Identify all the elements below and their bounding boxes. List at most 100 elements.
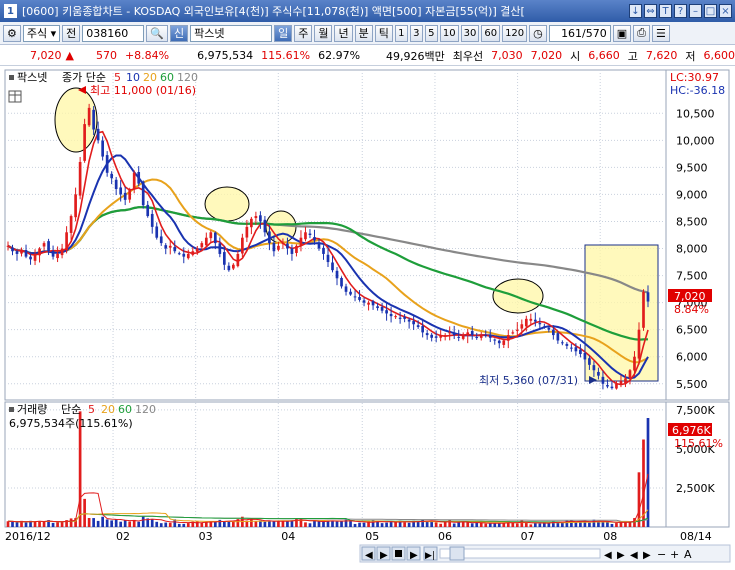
volume-bar xyxy=(222,521,226,527)
volume-bar xyxy=(313,520,316,527)
volume-info: 6,975,534주(115.61%) xyxy=(9,417,133,430)
ask-price: 7,020 xyxy=(530,49,563,62)
vlegend-simple: 단순 xyxy=(61,403,81,416)
clock-icon[interactable]: ◷ xyxy=(529,24,547,42)
volume-bar xyxy=(272,521,276,527)
candle-body xyxy=(173,246,177,252)
candle-body xyxy=(304,232,307,240)
volume-bar xyxy=(141,516,145,527)
maximize-icon[interactable]: □ xyxy=(704,4,717,18)
prev-button[interactable]: 전 xyxy=(62,24,81,42)
candle-body xyxy=(87,107,91,126)
candle-body xyxy=(362,300,366,303)
search-icon[interactable]: 🔍 xyxy=(146,24,168,42)
volume-bar xyxy=(340,521,343,527)
volume-bar xyxy=(335,521,339,527)
y-tick-label: 7,500 xyxy=(676,270,708,283)
interval-3[interactable]: 3 xyxy=(409,24,423,42)
candle-body xyxy=(272,242,276,252)
candle-body xyxy=(606,385,609,387)
zoom-in-icon[interactable]: + xyxy=(670,548,679,561)
change-value: 570 xyxy=(95,49,117,62)
close-icon[interactable]: × xyxy=(719,4,732,18)
volume-bar xyxy=(60,521,64,527)
volume-bar xyxy=(592,519,596,527)
interval-120[interactable]: 120 xyxy=(502,24,528,42)
volume-bar xyxy=(362,522,366,527)
period-month[interactable]: 월 xyxy=(314,24,333,42)
x-tick-label: 08 xyxy=(603,530,617,543)
candle-body xyxy=(353,296,357,298)
low-price: 6,600 xyxy=(703,49,735,62)
y-tick-label: 6,000 xyxy=(676,351,708,364)
print-icon[interactable]: ⎙ xyxy=(633,24,650,42)
current-price: 7,020 xyxy=(30,49,62,62)
credit-badge[interactable]: 신 xyxy=(169,24,189,42)
scroll-first-icon[interactable]: ◀ xyxy=(630,550,638,561)
market-select[interactable]: 주식 ▾ xyxy=(22,24,61,42)
legend-close: 종가 단순 xyxy=(62,71,106,84)
scroll-back-icon[interactable]: ◀ xyxy=(604,550,612,561)
link-icon[interactable]: ⇔ xyxy=(644,4,657,18)
volume-bar xyxy=(250,519,253,527)
candle-body xyxy=(470,331,474,336)
candle-body xyxy=(506,335,510,341)
candle-body xyxy=(105,155,109,173)
volume-bar xyxy=(385,522,388,527)
scroll-fwd-icon[interactable]: ▶ xyxy=(617,550,625,561)
code-input[interactable]: 038160 xyxy=(82,24,145,42)
minimize-icon[interactable]: – xyxy=(689,4,702,18)
interval-10[interactable]: 10 xyxy=(439,24,459,42)
low-label: 저 xyxy=(685,49,696,63)
volume-bar xyxy=(137,521,141,527)
volume-bar xyxy=(286,520,289,527)
price-chart-svg[interactable]: 5,5006,0006,5007,0007,5008,0008,5009,000… xyxy=(0,67,735,567)
candle-body xyxy=(56,253,59,259)
candle-body xyxy=(123,192,127,200)
candle-body xyxy=(155,226,159,238)
interval-1[interactable]: 1 xyxy=(394,24,408,42)
period-year[interactable]: 년 xyxy=(334,24,353,42)
period-minute[interactable]: 분 xyxy=(354,24,373,42)
high-price: 7,620 xyxy=(645,49,678,62)
save-icon[interactable]: ▣ xyxy=(612,24,632,42)
candle-body xyxy=(633,356,636,371)
help-icon[interactable]: ? xyxy=(674,4,687,18)
settings-icon[interactable]: ⚙ xyxy=(3,24,21,42)
download-icon[interactable]: ↓ xyxy=(629,4,642,18)
legend-marker xyxy=(9,75,14,80)
interval-60[interactable]: 60 xyxy=(481,24,501,42)
candle-body xyxy=(110,173,114,179)
font-size-icon[interactable]: A xyxy=(684,548,692,561)
open-price: 6,660 xyxy=(588,49,620,62)
candle-body xyxy=(367,302,370,305)
period-week[interactable]: 주 xyxy=(294,24,313,42)
interval-5[interactable]: 5 xyxy=(424,24,438,42)
candle-body xyxy=(241,237,244,254)
period-tick[interactable]: 틱 xyxy=(374,24,393,42)
candle-body xyxy=(385,310,388,314)
config-icon[interactable]: ☰ xyxy=(651,24,670,42)
zoom-out-icon[interactable]: − xyxy=(657,548,666,561)
y-tick-label: 10,500 xyxy=(676,107,715,120)
interval-30[interactable]: 30 xyxy=(460,24,480,42)
candle-body xyxy=(520,324,524,329)
volume-bar xyxy=(101,516,104,527)
date-axis: 2016/12 02 03 04 05 06 07 08 08/14 xyxy=(5,530,712,543)
chart-area[interactable]: 5,500 6,000 6,500 7,000 7,500 8,000 8,500 9,000… xyxy=(0,67,735,567)
period-day[interactable]: 일 xyxy=(274,24,293,42)
text-icon[interactable]: T xyxy=(659,4,672,18)
candle-body xyxy=(466,332,470,336)
toolbar: ⚙ 주식 ▾ 전 038160 🔍 신 팍스넷 일 주 월 년 분 틱 1 3 … xyxy=(0,22,735,45)
candle-body xyxy=(74,194,77,218)
candle-body xyxy=(588,358,591,365)
candle-body xyxy=(132,172,136,190)
change-percent: +8.84% xyxy=(124,49,170,62)
stock-name-field[interactable]: 팍스넷 xyxy=(190,24,273,42)
vol-tag: 6,976K xyxy=(672,424,711,437)
scroll-last-icon[interactable]: ▶ xyxy=(643,550,651,561)
zoom-slider-thumb[interactable] xyxy=(449,546,465,561)
volume-axis-frame xyxy=(665,401,730,528)
volume-bar xyxy=(128,521,132,527)
candle-body xyxy=(38,248,41,256)
